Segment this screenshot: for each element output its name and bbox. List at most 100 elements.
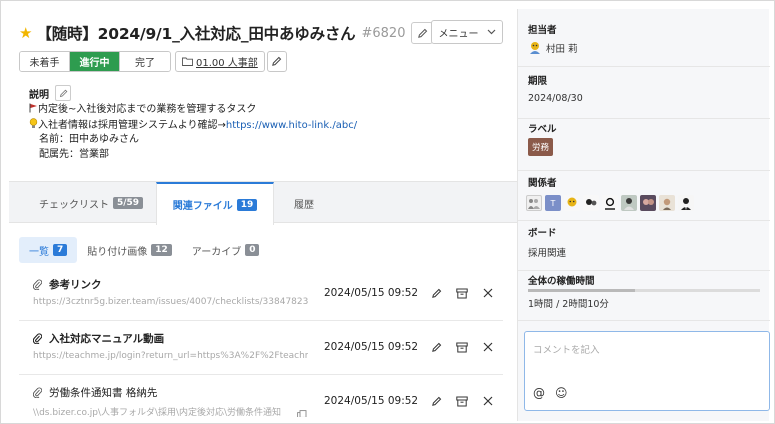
edit-file-button[interactable]: [429, 394, 443, 408]
status-not-started[interactable]: 未着手: [20, 52, 70, 71]
chevron-down-icon: [487, 29, 495, 35]
file-name[interactable]: 労働条件通知書 格納先: [49, 385, 157, 400]
description-label: 説明: [29, 89, 49, 101]
assignee-name: 村田 莉: [546, 44, 578, 55]
list-item[interactable]: 労働条件通知書 格納先 \\ds.bizer.co.jp\人事フォルダ\採用\内…: [19, 375, 503, 417]
checklist-count-badge: 5/59: [113, 197, 144, 209]
delete-file-button[interactable]: [481, 286, 495, 300]
mention-icon[interactable]: @: [533, 386, 545, 400]
menu-button-label: メニュー: [438, 28, 479, 40]
time-section: 全体の稼働時間 1時間 / 2時間10分: [518, 271, 770, 321]
paperclip-icon: [33, 387, 42, 398]
task-sidebar: 担当者 村田 莉 期限 2024/08/30 ラベル 労務 関係者 T ボード …: [517, 9, 770, 421]
avatar[interactable]: [640, 195, 656, 211]
board-section: ボード 採用関連: [518, 221, 770, 271]
avatar[interactable]: [583, 195, 599, 211]
avatar[interactable]: [526, 195, 542, 211]
file-date: 2024/05/15 09:52: [324, 341, 419, 353]
star-icon[interactable]: ★: [19, 24, 32, 42]
delete-file-button[interactable]: [481, 340, 495, 354]
member-avatars: T: [526, 195, 694, 211]
avatar[interactable]: [659, 195, 675, 211]
assignee[interactable]: 村田 莉: [528, 41, 578, 55]
delete-file-button[interactable]: [481, 394, 495, 408]
file-url[interactable]: https://3cztnr5g.bizer.team/issues/4007/…: [33, 297, 308, 307]
assignee-section: 担当者 村田 莉: [518, 9, 770, 67]
close-icon: [483, 288, 493, 298]
list-item[interactable]: 入社対応マニュアル動画 https://teachme.jp/login?ret…: [19, 321, 503, 375]
task-number: #6820: [361, 25, 406, 41]
copy-icon: [297, 410, 307, 417]
tab-related-files[interactable]: 関連ファイル 19: [156, 182, 274, 225]
menu-button[interactable]: メニュー: [431, 20, 503, 44]
edit-file-button[interactable]: [429, 340, 443, 354]
task-title: 【随時】2024/9/1_入社対応_田中あゆみさん: [36, 25, 356, 43]
avatar[interactable]: [621, 195, 637, 211]
flag-icon: [29, 103, 37, 113]
emoji-icon[interactable]: ☺: [555, 386, 568, 400]
comment-box[interactable]: コメントを記入 @ ☺: [524, 331, 770, 411]
due-date[interactable]: 2024/08/30: [528, 93, 583, 104]
edit-file-button[interactable]: [429, 286, 443, 300]
project-tag[interactable]: 01.00 人事部: [175, 51, 265, 72]
archive-icon: [456, 396, 468, 406]
description-line: 配属先：営業部: [39, 148, 109, 160]
paperclip-icon: [33, 279, 42, 290]
pencil-icon: [59, 89, 67, 97]
archive-file-button[interactable]: [455, 340, 469, 354]
description-line: 入社者情報は採用管理システムより確認→https://www.hito-link…: [29, 117, 357, 134]
subtab-list[interactable]: 一覧 7: [19, 237, 78, 263]
pencil-icon: [272, 56, 282, 66]
comment-placeholder: コメントを記入: [533, 345, 600, 356]
folder-icon: [182, 57, 193, 66]
edit-project-button[interactable]: [266, 51, 287, 72]
due-title: 期限: [528, 76, 548, 87]
board-title: ボード: [528, 228, 557, 239]
edit-description-button[interactable]: [55, 85, 71, 101]
tab-history[interactable]: 履歴: [294, 182, 314, 224]
project-tag-label: 01.00 人事部: [196, 58, 258, 69]
time-progress-bar: [528, 289, 760, 292]
archive-file-button[interactable]: [455, 286, 469, 300]
copy-path-button[interactable]: [297, 410, 307, 417]
status-selector: 未着手 進行中 完了: [19, 51, 171, 72]
board-value[interactable]: 採用関連: [528, 245, 566, 259]
label-chip[interactable]: 労務: [528, 138, 554, 156]
task-detail-window: ★ 【随時】2024/9/1_入社対応_田中あゆみさん #6820 メニュー 未…: [0, 0, 775, 424]
status-done[interactable]: 完了: [120, 52, 170, 71]
avatar[interactable]: [602, 195, 618, 211]
pencil-icon: [431, 288, 441, 298]
time-value: 1時間 / 2時間10分: [528, 299, 609, 310]
avatar: [530, 42, 540, 54]
tab-bar: チェックリスト 5/59 関連ファイル 19 履歴: [9, 181, 517, 225]
avatar[interactable]: [564, 195, 580, 211]
list-item[interactable]: 参考リンク https://3cztnr5g.bizer.team/issues…: [19, 267, 503, 321]
status-in-progress[interactable]: 進行中: [70, 52, 120, 71]
label-section: ラベル 労務: [518, 119, 770, 171]
description-line: 内定後~入社後対応までの業務を管理するタスク: [29, 103, 357, 118]
file-list: 参考リンク https://3cztnr5g.bizer.team/issues…: [19, 267, 503, 417]
hitolink-link[interactable]: https://www.hito-link./abc/: [226, 120, 357, 131]
pencil-icon: [431, 342, 441, 352]
avatar[interactable]: T: [545, 195, 561, 211]
file-name[interactable]: 参考リンク: [49, 277, 102, 292]
file-subtabs: 一覧 7 貼り付け画像 12 アーカイブ 0: [19, 237, 269, 263]
archive-file-button[interactable]: [455, 394, 469, 408]
file-url[interactable]: https://teachme.jp/login?return_url=http…: [33, 351, 308, 361]
subtab-archive[interactable]: アーカイブ 0: [182, 237, 270, 263]
file-date: 2024/05/15 09:52: [324, 395, 419, 407]
subtab-pasted-images[interactable]: 貼り付け画像 12: [77, 237, 182, 263]
comment-tools: @ ☺: [533, 386, 568, 400]
tab-checklist[interactable]: チェックリスト 5/59: [39, 182, 144, 224]
archive-icon: [456, 288, 468, 298]
bulb-icon: [29, 117, 38, 128]
task-main-panel: ★ 【随時】2024/9/1_入社対応_田中あゆみさん #6820 メニュー 未…: [9, 9, 517, 417]
description-header: 説明: [29, 85, 71, 101]
due-section: 期限 2024/08/30: [518, 67, 770, 119]
file-url[interactable]: \\ds.bizer.co.jp\人事フォルダ\採用\内定後対応\労働条件通知: [33, 405, 298, 417]
time-progress-fill: [528, 289, 635, 292]
file-name[interactable]: 入社対応マニュアル動画: [49, 331, 164, 346]
title-row: ★ 【随時】2024/9/1_入社対応_田中あゆみさん #6820: [19, 21, 434, 45]
pencil-icon: [418, 28, 428, 38]
avatar[interactable]: [678, 195, 694, 211]
